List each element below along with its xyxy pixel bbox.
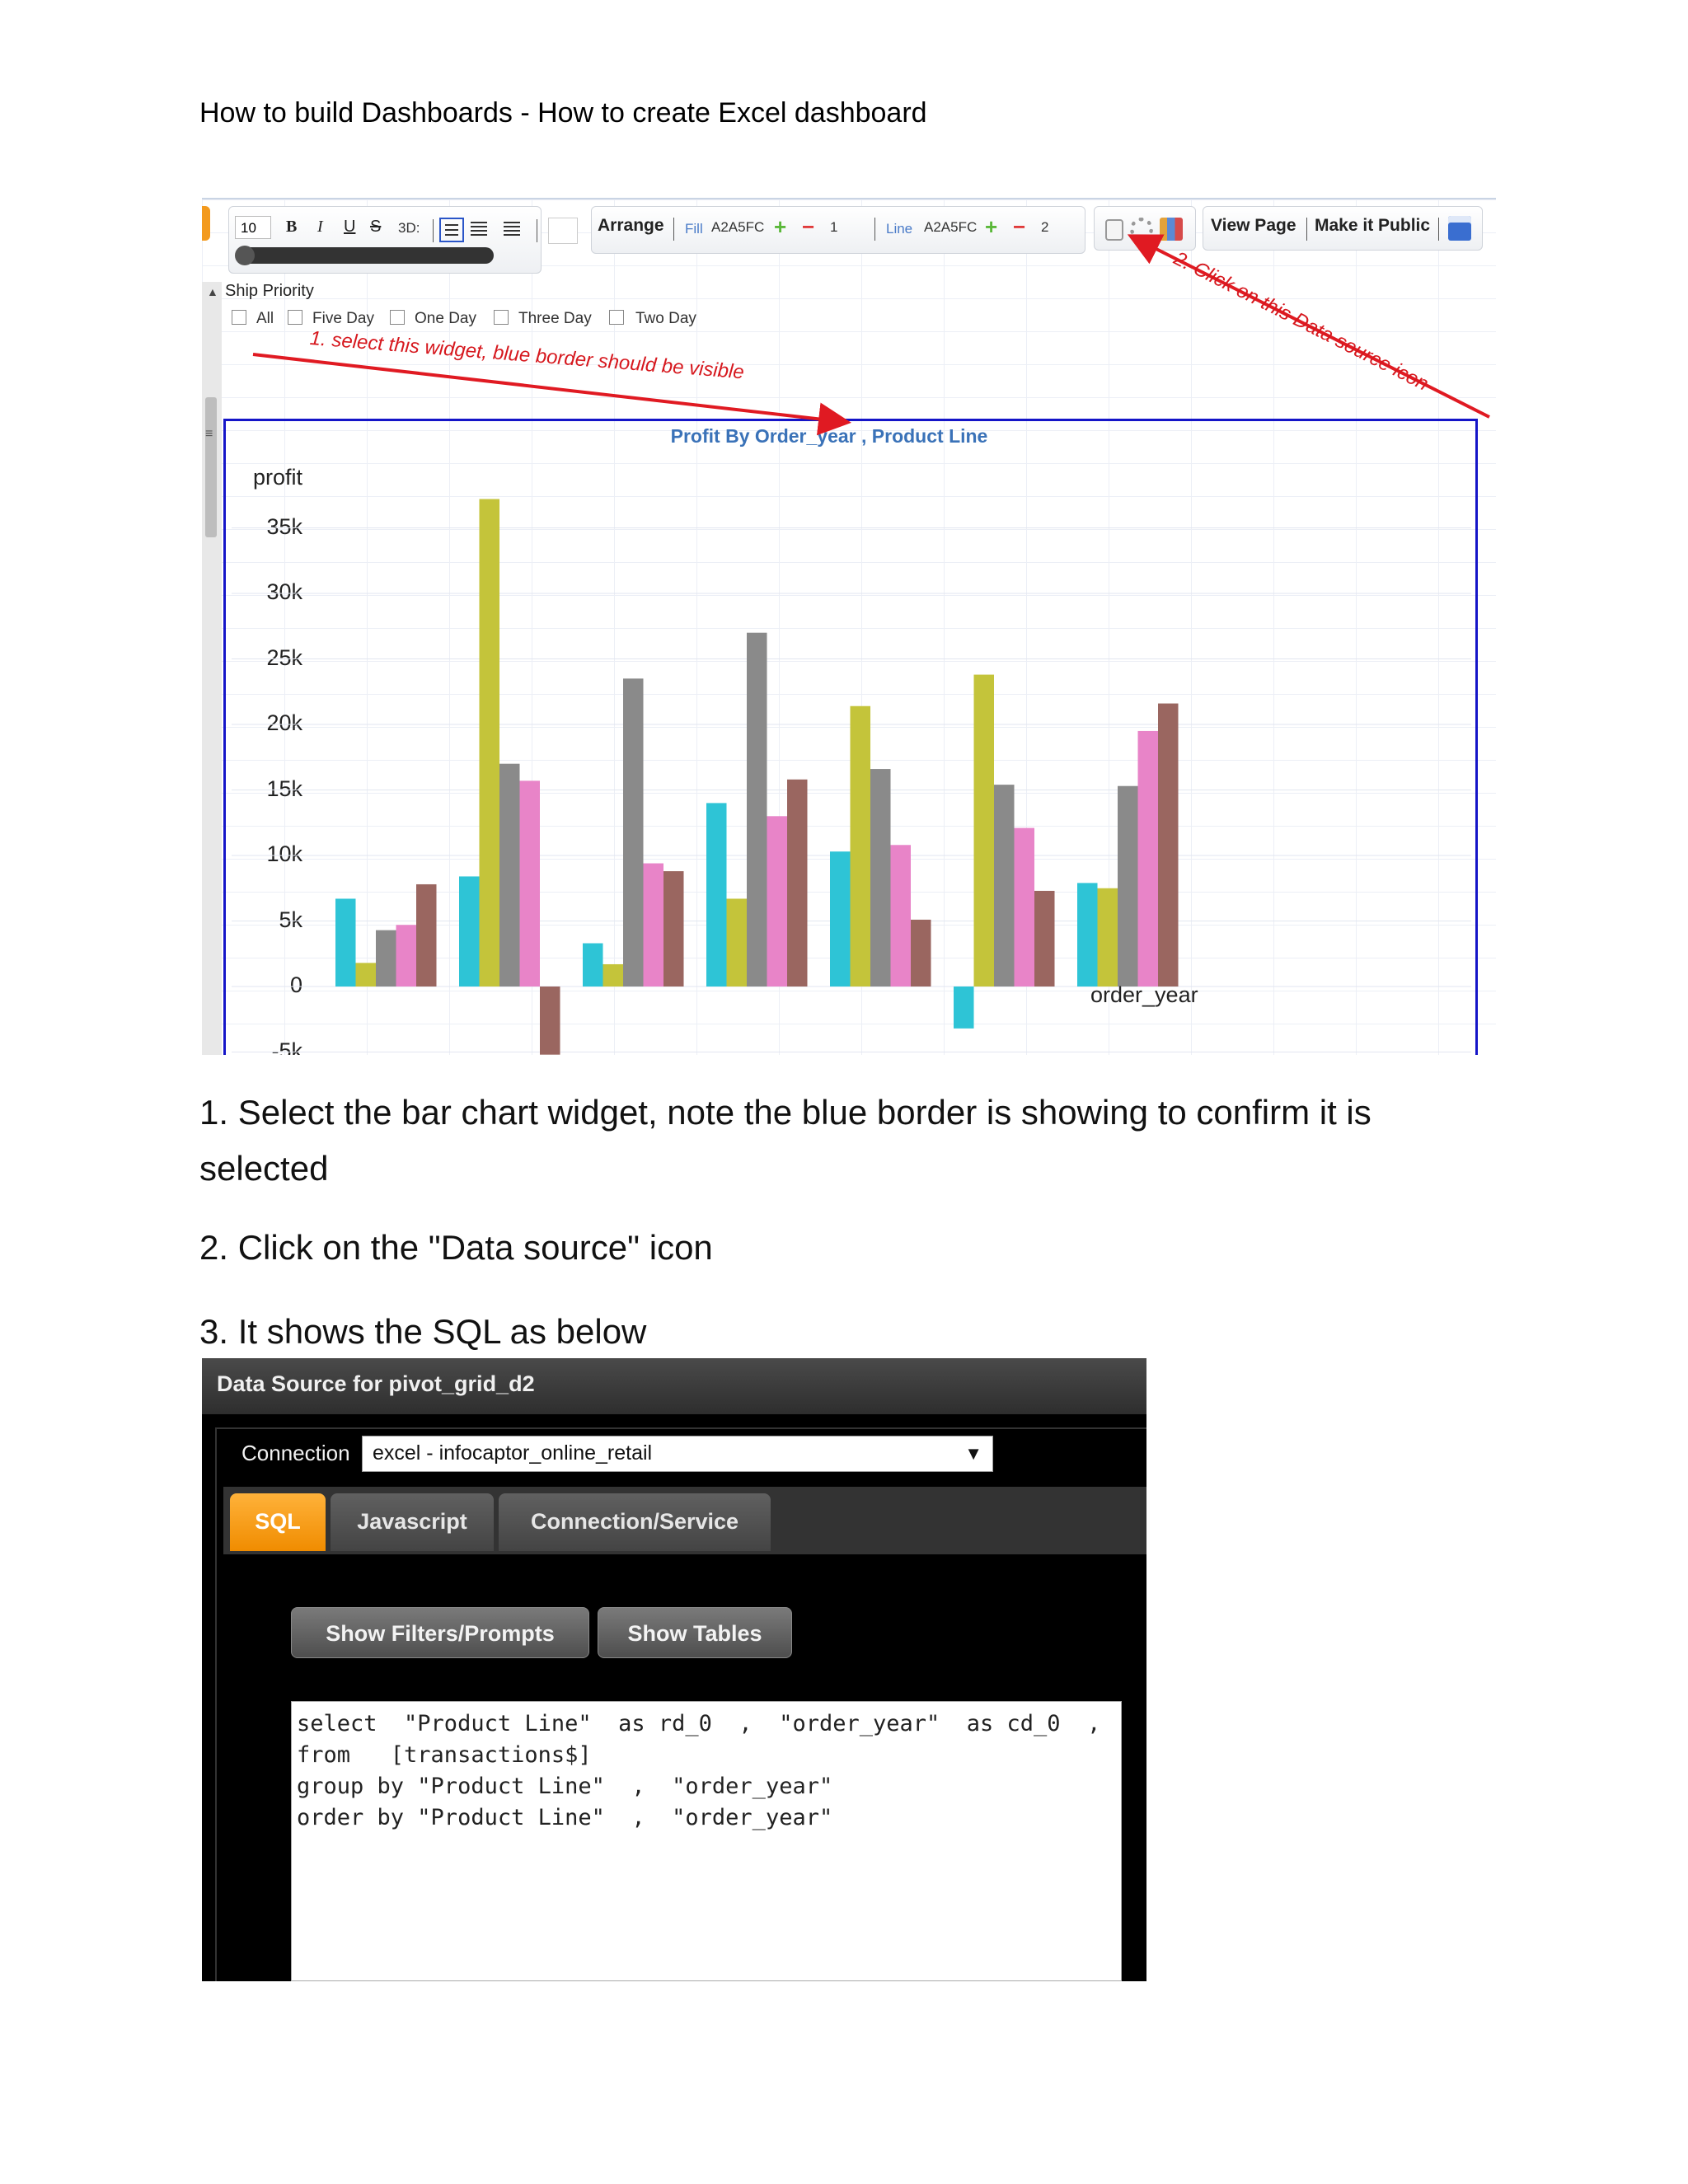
connection-select[interactable]: excel - infocaptor_online_retail ▼ (362, 1436, 993, 1472)
step-3-text: 3. It shows the SQL as below (199, 1312, 647, 1351)
step-1-text-cont: selected (199, 1149, 329, 1188)
chevron-down-icon[interactable]: ▼ (964, 1443, 982, 1465)
step-1-text: 1. Select the bar chart widget, note the… (199, 1093, 1372, 1132)
dashboard-editor-screenshot: 10 B I U S 3D: Arrange Fill A2A5FC + − 1… (202, 198, 1496, 1055)
sql-line: order by "Product Line" , "order_year" (297, 1805, 833, 1830)
datasource-dialog: Data Source for pivot_grid_d2 Connection… (202, 1358, 1146, 1981)
sql-editor[interactable]: select "Product Line" as rd_0 , "order_y… (291, 1701, 1122, 1981)
tab-bar: SQL Javascript Connection/Service (223, 1487, 1146, 1554)
dialog-title-bar[interactable]: Data Source for pivot_grid_d2 (202, 1358, 1146, 1414)
step-2-text: 2. Click on the "Data source" icon (199, 1228, 713, 1267)
connection-label: Connection (241, 1441, 350, 1465)
show-filters-button[interactable]: Show Filters/Prompts (291, 1607, 589, 1658)
show-tables-button[interactable]: Show Tables (598, 1607, 792, 1658)
sql-line: from [transactions$] (297, 1742, 592, 1768)
dialog-title: Data Source for pivot_grid_d2 (217, 1371, 535, 1396)
document-header: How to build Dashboards - How to create … (199, 97, 927, 129)
sql-line: select "Product Line" as rd_0 , "order_y… (297, 1711, 1122, 1736)
connection-value: excel - infocaptor_online_retail (373, 1441, 653, 1465)
tab-connection-service[interactable]: Connection/Service (499, 1493, 771, 1551)
tab-javascript[interactable]: Javascript (331, 1493, 494, 1551)
sql-line: group by "Product Line" , "order_year" (297, 1774, 833, 1799)
tab-sql[interactable]: SQL (230, 1493, 326, 1551)
